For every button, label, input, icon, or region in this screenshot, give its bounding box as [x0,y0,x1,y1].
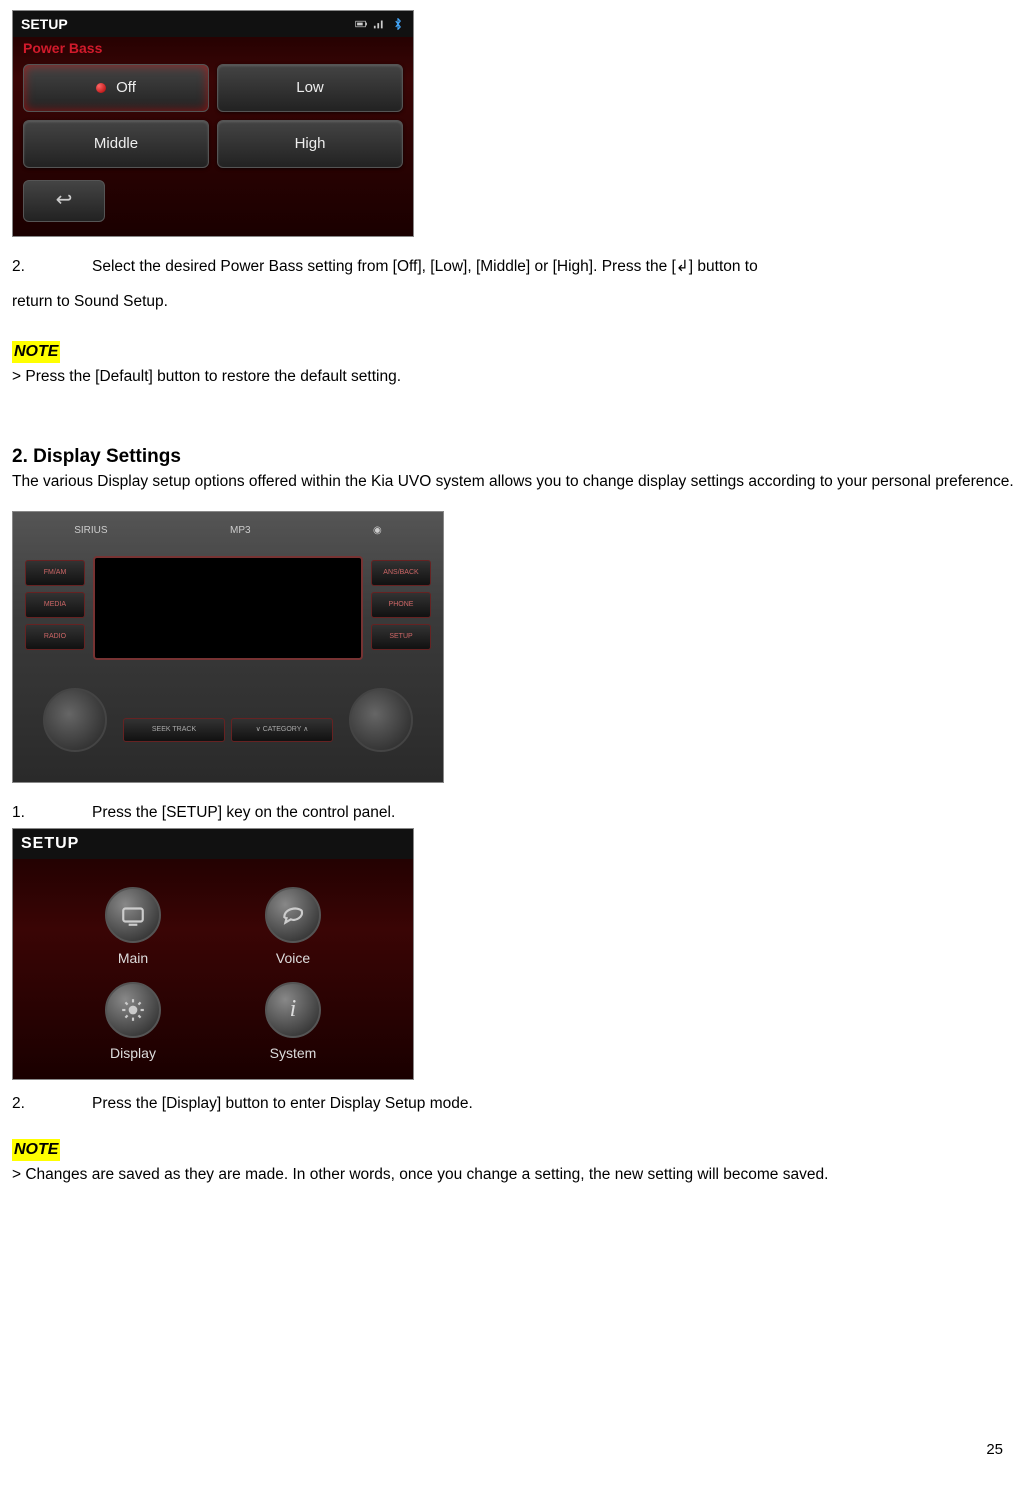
setup-button[interactable]: SETUP [371,624,431,650]
setup-title-2: SETUP [21,833,79,855]
seek-track-button[interactable]: SEEK TRACK [123,718,225,742]
back-button[interactable]: ↩ [23,180,105,222]
menu-label-main: Main [118,949,148,968]
instruction-press-setup: 1.Press the [SETUP] key on the control p… [12,803,1019,824]
back-arrow-icon: ↩ [56,187,73,214]
display-settings-desc: The various Display setup options offere… [12,472,1019,493]
page-number: 25 [986,1440,1003,1460]
menu-label-display: Display [110,1044,156,1063]
menu-item-system[interactable]: i System [223,982,363,1063]
note-body-1: > Press the [Default] button to restore … [12,367,1019,388]
menu-item-main[interactable]: Main [63,887,203,968]
main-icon [105,887,161,943]
mp3-label: MP3 [230,524,251,538]
status-bar-2: SETUP [13,829,413,859]
menu-label-system: System [270,1044,317,1063]
right-knob[interactable] [349,688,413,752]
instruction-press-display: 2.Press the [Display] button to enter Di… [12,1094,1019,1115]
fm-am-button[interactable]: FM/AM [25,560,85,586]
status-bar: SETUP [13,11,413,37]
note-label-1: NOTE [12,341,60,363]
display-settings-heading: 2. Display Settings [12,444,1019,470]
option-high-button[interactable]: High [217,120,403,168]
radio-display-screen [93,556,363,660]
step-number-3: 2. [12,1094,92,1115]
ansback-button[interactable]: ANS/BACK [371,560,431,586]
signal-icon [373,18,387,30]
option-middle-button[interactable]: Middle [23,120,209,168]
step-text-3: Press the [Display] button to enter Disp… [92,1095,473,1112]
media-button[interactable]: MEDIA [25,592,85,618]
left-knob[interactable] [43,688,107,752]
power-bass-setup-screenshot: SETUP Power Bass Off Low Middle High ↩ [12,10,414,237]
radio-control-panel-photo: SIRIUS MP3 ◉ FM/AM MEDIA RADIO ANS/BACK … [12,511,444,783]
disc-icon: ◉ [373,524,382,538]
setup-menu-screenshot: SETUP Main Voice Display i System [12,828,414,1080]
system-icon: i [265,982,321,1038]
status-icons [355,18,405,30]
power-bass-subtitle: Power Bass [13,37,413,60]
step-number: 2. [12,251,92,282]
phone-button[interactable]: PHONE [371,592,431,618]
step-number-2: 1. [12,803,92,824]
voice-icon [265,887,321,943]
menu-item-voice[interactable]: Voice [223,887,363,968]
option-off-button[interactable]: Off [23,64,209,112]
note-label-2: NOTE [12,1139,60,1161]
radio-button[interactable]: RADIO [25,624,85,650]
menu-label-voice: Voice [276,949,310,968]
note-body-2: > Changes are saved as they are made. In… [12,1165,1019,1186]
sirius-label: SIRIUS [74,524,107,538]
option-low-button[interactable]: Low [217,64,403,112]
setup-title: SETUP [21,15,68,34]
menu-item-display[interactable]: Display [63,982,203,1063]
instruction-power-bass: 2.Select the desired Power Bass setting … [12,251,1019,282]
category-button[interactable]: ∨ CATEGORY ∧ [231,718,333,742]
bluetooth-icon [391,18,405,30]
step-text-2: Press the [SETUP] key on the control pan… [92,804,395,821]
display-icon [105,982,161,1038]
battery-icon [355,18,369,30]
instruction-power-bass-cont: return to Sound Setup. [12,286,1019,317]
step-text-line1: Select the desired Power Bass setting fr… [92,258,758,275]
